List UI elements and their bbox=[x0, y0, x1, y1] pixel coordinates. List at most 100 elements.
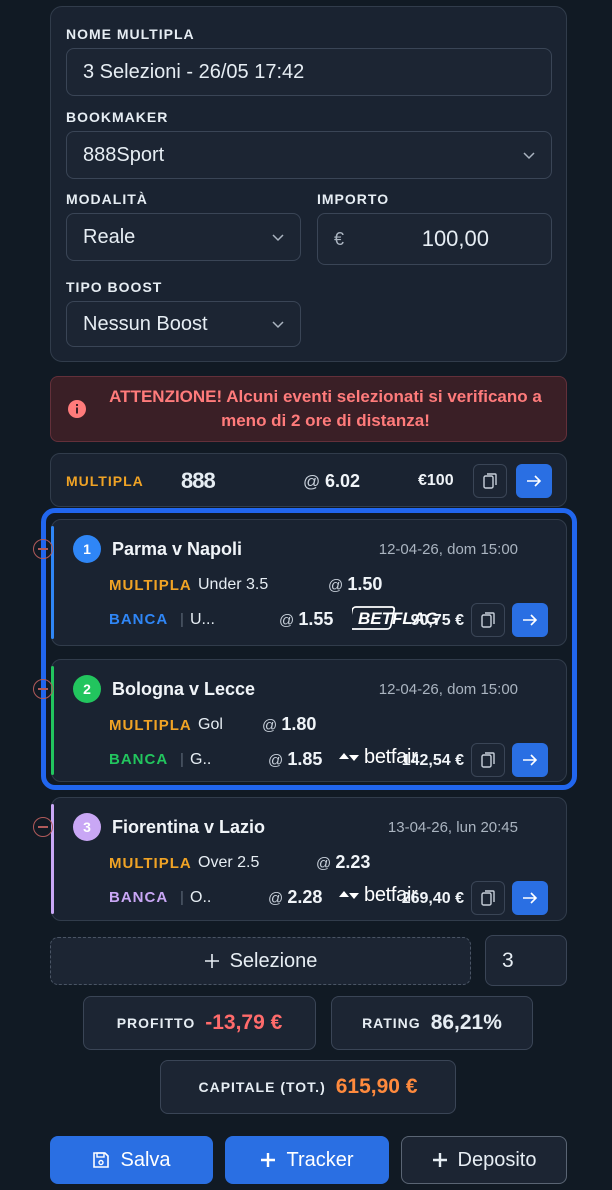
copy-icon bbox=[481, 752, 495, 768]
remove-selection-button[interactable] bbox=[33, 679, 53, 699]
multi-label: MULTIPLA bbox=[109, 717, 192, 734]
match-date: 13-04-26, lun 20:45 bbox=[387, 819, 518, 836]
open-exchange-button[interactable] bbox=[512, 743, 548, 777]
plus-icon bbox=[261, 1153, 276, 1167]
open-exchange-button[interactable] bbox=[512, 603, 548, 637]
capital-value: 615,90 € bbox=[335, 1075, 418, 1098]
chevron-down-icon bbox=[272, 321, 284, 329]
multi-label: MULTIPLA bbox=[109, 855, 192, 872]
amount-label: IMPORTO bbox=[317, 191, 390, 207]
tracker-button[interactable]: Tracker bbox=[225, 1136, 389, 1184]
name-input[interactable]: 3 Selezioni - 26/05 17:42 bbox=[66, 48, 552, 96]
lay-label: BANCA bbox=[109, 889, 169, 906]
lay-odds-group: @ 1.55 bbox=[279, 609, 333, 630]
arrow-right-icon bbox=[523, 754, 538, 766]
multipla-form: NOME MULTIPLA 3 Selezioni - 26/05 17:42 … bbox=[50, 6, 567, 362]
multi-odds-prefix: @ bbox=[262, 717, 282, 734]
lay-separator: | bbox=[180, 751, 184, 768]
copy-button[interactable] bbox=[471, 881, 505, 915]
distance-warning: ATTENZIONE! Alcuni eventi selezionati si… bbox=[50, 376, 567, 442]
multi-market: Over 2.5 bbox=[198, 854, 260, 871]
selection-number: 1 bbox=[73, 535, 101, 563]
lay-market: O.. bbox=[190, 889, 212, 906]
info-icon bbox=[68, 400, 86, 418]
multi-odds-prefix: @ bbox=[328, 577, 348, 594]
mode-select[interactable]: Reale bbox=[66, 213, 301, 261]
selection-card-3: 3 Fiorentina v Lazio 13-04-26, lun 20:45… bbox=[33, 797, 567, 921]
multi-label: MULTIPLA bbox=[109, 577, 192, 594]
lay-odds: 2.28 bbox=[287, 887, 323, 907]
remove-selection-button[interactable] bbox=[33, 539, 53, 559]
copy-icon bbox=[481, 890, 495, 906]
multi-odds-group: @ 2.23 bbox=[316, 852, 370, 873]
lay-separator: | bbox=[180, 611, 184, 628]
lay-odds: 1.55 bbox=[298, 609, 334, 629]
multi-odds-prefix: @ bbox=[316, 855, 336, 872]
lay-label: BANCA bbox=[109, 751, 169, 768]
bookmaker-value: 888Sport bbox=[83, 143, 165, 166]
lay-amount: 269,40 € bbox=[401, 890, 464, 907]
lay-label: BANCA bbox=[109, 611, 169, 628]
multipla-summary: MULTIPLA 888 @ 6.02 €100 bbox=[50, 453, 567, 507]
copy-button[interactable] bbox=[471, 603, 505, 637]
mode-value: Reale bbox=[83, 225, 136, 248]
copy-button[interactable] bbox=[473, 464, 507, 498]
copy-button[interactable] bbox=[471, 743, 505, 777]
selection-count-input[interactable]: 3 bbox=[485, 935, 567, 986]
betfair-arrows-icon bbox=[339, 890, 359, 899]
lay-odds: 1.85 bbox=[287, 749, 323, 769]
selection-number: 2 bbox=[73, 675, 101, 703]
summary-odds: 6.02 bbox=[325, 471, 361, 491]
match-name: Fiorentina v Lazio bbox=[112, 817, 266, 837]
summary-type: MULTIPLA bbox=[66, 473, 144, 489]
selection-accent-bar bbox=[51, 666, 54, 775]
arrow-right-icon bbox=[527, 475, 542, 487]
boost-value: Nessun Boost bbox=[83, 312, 208, 335]
selection-number: 3 bbox=[73, 813, 101, 841]
selection-count: 3 bbox=[502, 948, 514, 972]
name-label: NOME MULTIPLA bbox=[66, 26, 195, 42]
currency-symbol: € bbox=[334, 228, 345, 249]
save-button[interactable]: Salva bbox=[50, 1136, 213, 1184]
open-bookmaker-button[interactable] bbox=[516, 464, 552, 498]
match-date: 12-04-26, dom 15:00 bbox=[378, 681, 518, 698]
save-label: Salva bbox=[120, 1148, 171, 1171]
lay-market: U... bbox=[190, 611, 215, 628]
name-value: 3 Selezioni - 26/05 17:42 bbox=[83, 60, 305, 83]
lay-market: G.. bbox=[190, 751, 212, 768]
chevron-down-icon bbox=[272, 234, 284, 242]
chevron-down-icon bbox=[523, 152, 535, 160]
plus-icon bbox=[432, 1153, 447, 1167]
rating-label: RATING bbox=[362, 1015, 421, 1031]
amount-input[interactable]: € 100,00 bbox=[317, 213, 552, 265]
profit-pill: PROFITTO -13,79 € bbox=[83, 996, 316, 1050]
lay-odds-group: @ 2.28 bbox=[268, 887, 322, 908]
bookmaker-select[interactable]: 888Sport bbox=[66, 131, 552, 179]
arrow-right-icon bbox=[523, 892, 538, 904]
open-exchange-button[interactable] bbox=[512, 881, 548, 915]
bookmaker-label: BOOKMAKER bbox=[66, 109, 169, 125]
deposit-button[interactable]: Deposito bbox=[401, 1136, 567, 1184]
lay-amount: 90,75 € bbox=[410, 612, 464, 629]
multi-market: Gol bbox=[198, 716, 223, 733]
lay-odds-prefix: @ bbox=[279, 612, 299, 629]
copy-icon bbox=[481, 612, 495, 628]
save-icon bbox=[93, 1152, 110, 1168]
multi-market: Under 3.5 bbox=[198, 576, 269, 593]
add-selection-button[interactable]: Selezione bbox=[50, 937, 471, 985]
boost-select[interactable]: Nessun Boost bbox=[66, 301, 301, 347]
match-name: Parma v Napoli bbox=[112, 539, 243, 559]
remove-selection-button[interactable] bbox=[33, 817, 53, 837]
rating-value: 86,21% bbox=[430, 1011, 502, 1034]
selection-accent-bar bbox=[51, 804, 54, 914]
lay-separator: | bbox=[180, 889, 184, 906]
lay-odds-prefix: @ bbox=[268, 752, 288, 769]
summary-stake: €100 bbox=[418, 472, 454, 489]
selection-card-1: 1 Parma v Napoli 12-04-26, dom 15:00 MUL… bbox=[33, 519, 567, 646]
capital-pill: CAPITALE (TOT.) 615,90 € bbox=[160, 1060, 456, 1114]
arrow-right-icon bbox=[523, 614, 538, 626]
plus-icon bbox=[204, 954, 219, 968]
profit-label: PROFITTO bbox=[116, 1015, 196, 1031]
betfair-arrows-icon bbox=[339, 752, 359, 761]
rating-pill: RATING 86,21% bbox=[331, 996, 533, 1050]
